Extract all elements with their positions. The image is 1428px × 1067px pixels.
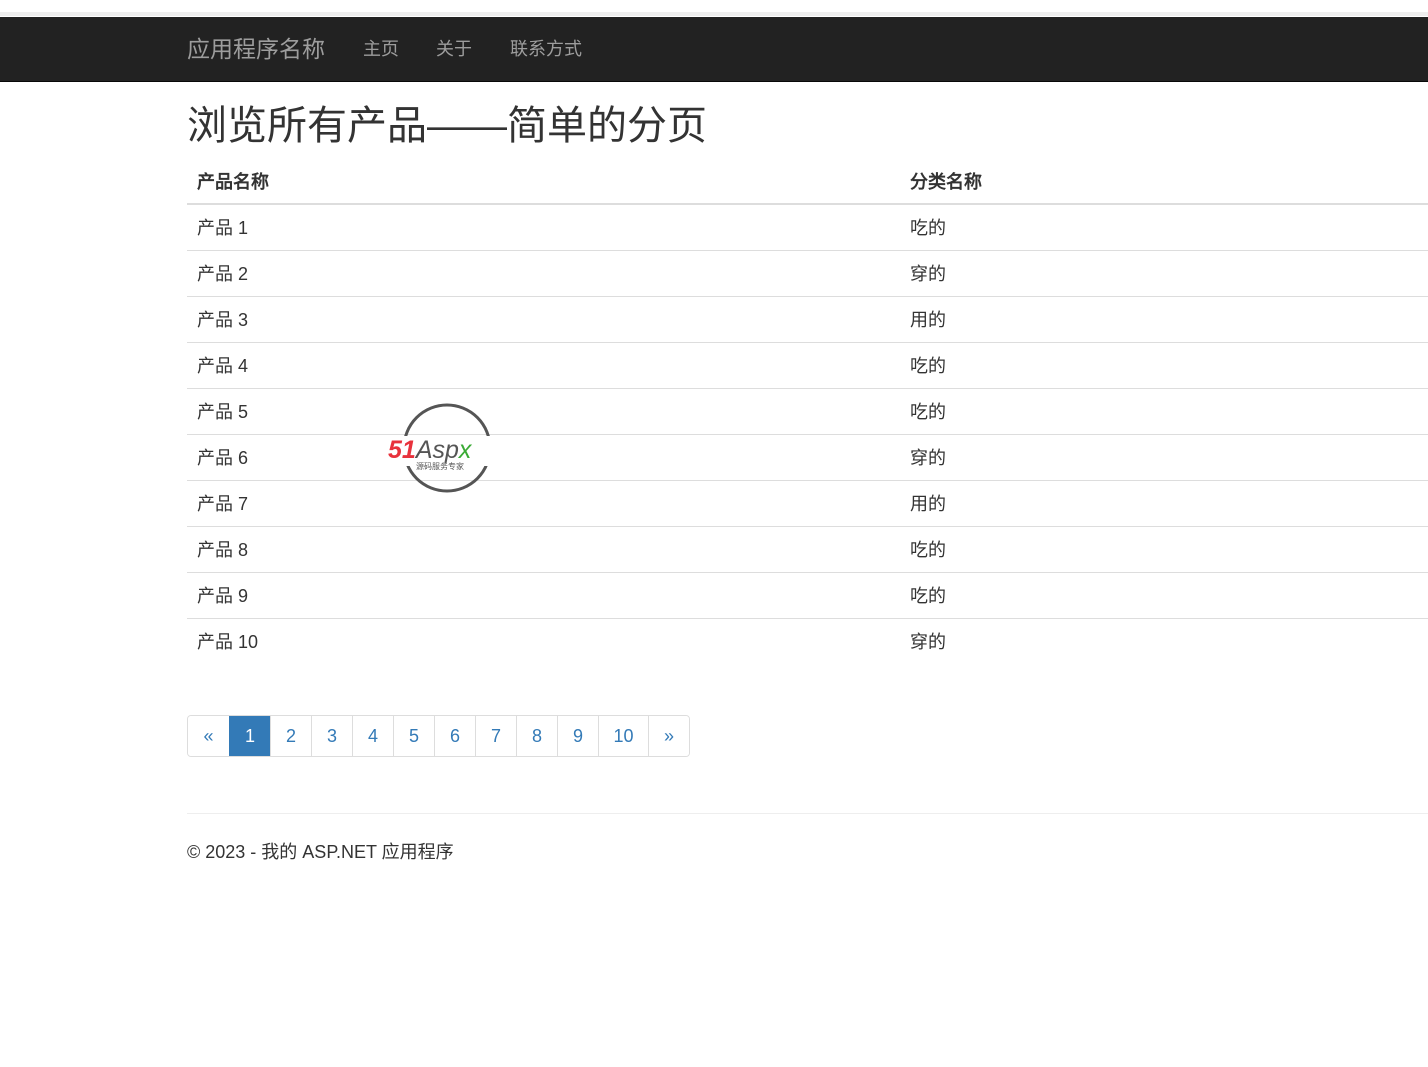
footer-divider [187, 813, 1428, 814]
table-row: 产品 7 用的 [187, 479, 1428, 526]
category-name-cell: 吃的 [900, 387, 1428, 434]
pagination: « 1 2 3 4 5 6 7 8 9 10 » [187, 715, 690, 757]
table-row: 产品 3 用的 [187, 295, 1428, 342]
table-row: 产品 1 吃的 [187, 204, 1428, 250]
product-name-cell: 产品 9 [187, 571, 900, 618]
pagination-page-3[interactable]: 3 [311, 716, 352, 756]
product-name-cell: 产品 1 [197, 218, 249, 239]
category-name-cell: 吃的 [900, 571, 1428, 618]
watermark-logo: 51Aspx 源码服务专家 [386, 403, 514, 493]
pagination-page-6[interactable]: 6 [434, 716, 475, 756]
product-name-cell: 产品 10 [187, 617, 900, 664]
pagination-page-7[interactable]: 7 [475, 716, 516, 756]
nav-link-contact[interactable]: 联系方式 [510, 37, 582, 61]
category-name-cell: 穿的 [900, 617, 1428, 664]
table-row: 产品 4 吃的 [187, 341, 1428, 388]
footer-copyright: © 2023 - 我的 ASP.NET 应用程序 [187, 842, 454, 862]
pagination-page-4[interactable]: 4 [352, 716, 393, 756]
nav-link-home[interactable]: 主页 [363, 37, 399, 61]
table-row: 产品 9 吃的 [187, 571, 1428, 618]
product-name-cell: 产品 5 [187, 387, 900, 434]
nav-link-about[interactable]: 关于 [436, 37, 472, 61]
table-row: 产品 2 穿的 [187, 249, 1428, 296]
product-table: 产品名称 分类名称 产品 1 吃的 产品 2 穿的 产品 3 用的 产品 4 吃的 产品… [187, 158, 1428, 664]
navbar-brand[interactable]: 应用程序名称 [187, 34, 325, 64]
table-row: 产品 10 穿的 [187, 617, 1428, 664]
table-row: 产品 5 吃的 [187, 387, 1428, 434]
product-name-cell: 产品 2 [187, 249, 900, 296]
category-name-cell: 吃的 [910, 218, 946, 239]
watermark-logo-text: 51Aspx [388, 436, 473, 464]
category-name-cell: 用的 [900, 479, 1428, 526]
top-border [0, 12, 1428, 16]
column-header-category-name: 分类名称 [900, 158, 1428, 205]
pagination-page-10[interactable]: 10 [598, 716, 648, 756]
category-name-cell: 吃的 [900, 341, 1428, 388]
navbar: 应用程序名称 主页 关于 联系方式 [0, 17, 1428, 82]
pagination-page-5[interactable]: 5 [393, 716, 434, 756]
table-row: 产品 8 吃的 [187, 525, 1428, 572]
pagination-page-1[interactable]: 1 [229, 716, 270, 756]
category-name-cell: 吃的 [900, 525, 1428, 572]
category-name-cell: 用的 [900, 295, 1428, 342]
product-name-cell: 产品 6 [187, 433, 900, 480]
product-name-cell: 产品 7 [187, 479, 900, 526]
page-title: 浏览所有产品——简单的分页 [187, 104, 707, 148]
pagination-page-8[interactable]: 8 [516, 716, 557, 756]
product-name-cell: 产品 8 [187, 525, 900, 572]
pagination-page-2[interactable]: 2 [270, 716, 311, 756]
product-name-cell: 产品 4 [187, 341, 900, 388]
pagination-page-9[interactable]: 9 [557, 716, 598, 756]
pagination-previous-button[interactable]: « [188, 716, 229, 756]
watermark-tagline: 源码服务专家 [416, 461, 464, 471]
pagination-next-button[interactable]: » [648, 716, 689, 756]
product-name-cell: 产品 3 [187, 295, 900, 342]
column-header-product-name: 产品名称 [187, 158, 900, 205]
category-name-cell: 穿的 [900, 249, 1428, 296]
table-header-row: 产品名称 分类名称 [187, 158, 1428, 205]
category-name-cell: 穿的 [900, 433, 1428, 480]
table-row: 产品 6 穿的 [187, 433, 1428, 480]
